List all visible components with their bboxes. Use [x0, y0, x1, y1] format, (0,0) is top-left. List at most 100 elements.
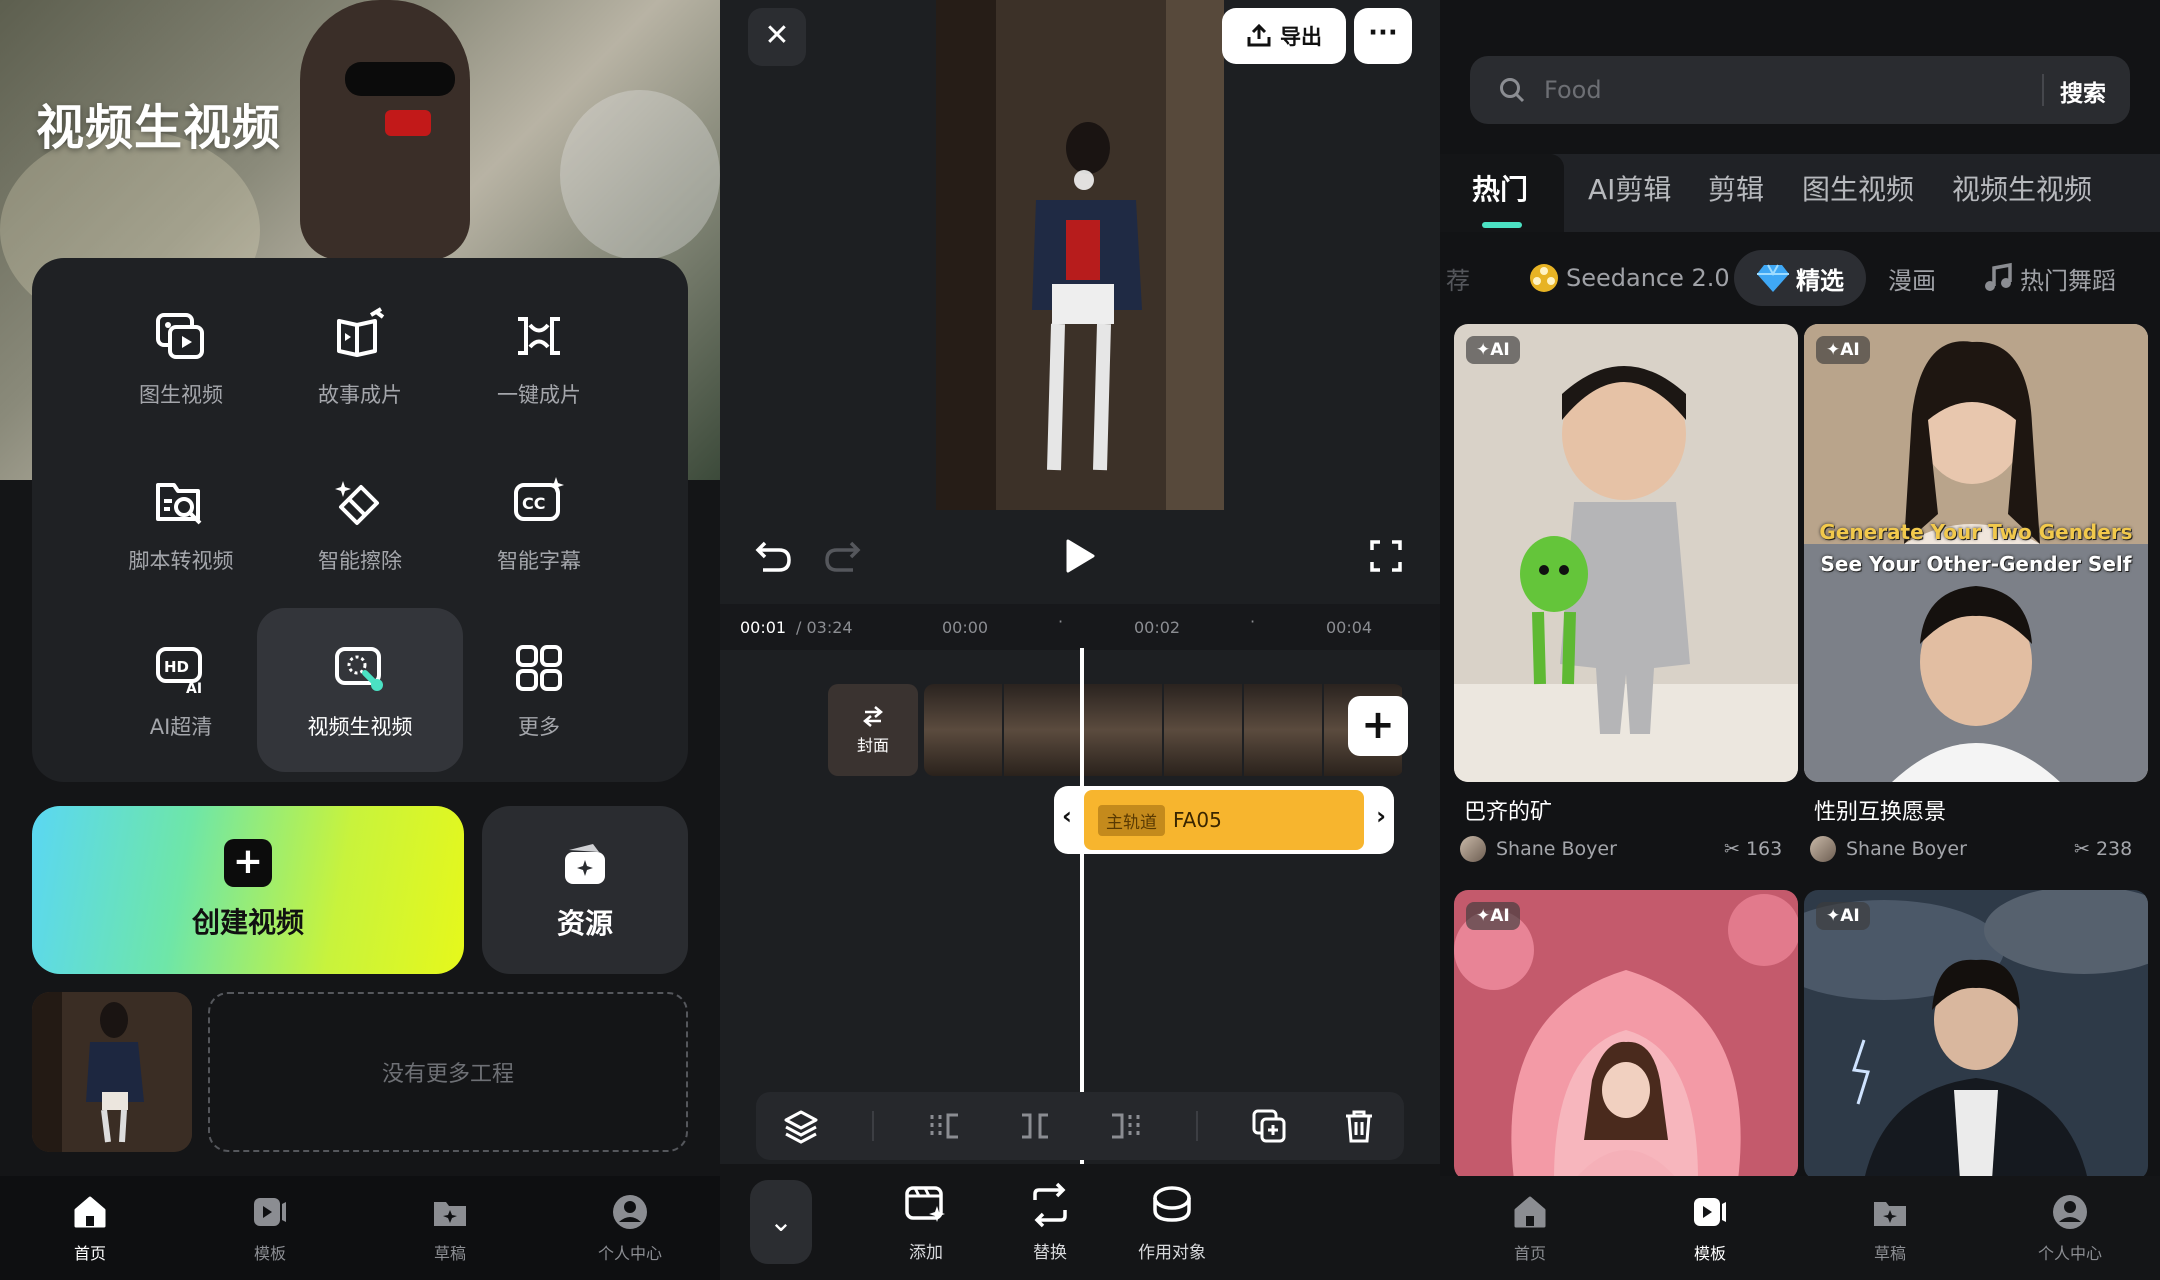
total-time: / 03:24: [796, 618, 853, 637]
ellipsis-icon: ···: [1368, 18, 1398, 48]
nav-template[interactable]: 模板: [1620, 1176, 1800, 1280]
more-options-button[interactable]: ···: [1354, 8, 1412, 64]
nav-template[interactable]: 模板: [180, 1176, 360, 1280]
replace-icon: [1033, 1182, 1067, 1228]
template-title: 巴齐的矿: [1464, 800, 1553, 825]
tool-video-to-video[interactable]: 视频生视频: [257, 608, 463, 772]
play-icon: [1066, 539, 1095, 573]
template-thumbnail: [1454, 324, 1798, 782]
template-card[interactable]: ✦AI: [1454, 890, 1798, 1180]
draft-icon: [434, 1202, 466, 1226]
tool-smart-subtitle[interactable]: CC 智能字幕: [436, 442, 642, 606]
template-thumbnail: [1454, 890, 1798, 1180]
clip-frames[interactable]: [924, 684, 1404, 776]
chevron-right-icon[interactable]: ›: [1376, 802, 1386, 830]
profile-icon: [613, 1195, 647, 1229]
chevron-left-icon[interactable]: ‹: [1062, 802, 1072, 830]
resource-button[interactable]: 资源: [482, 806, 688, 974]
swap-icon: [863, 706, 883, 727]
image-to-video-icon: [156, 313, 204, 359]
layers-icon[interactable]: [782, 1107, 820, 1145]
close-button[interactable]: ✕: [748, 8, 806, 66]
home-icon: [1514, 1196, 1546, 1228]
main-track-badge: 主轨道: [1098, 804, 1165, 836]
resource-icon: [565, 844, 605, 884]
redo-button[interactable]: [812, 536, 872, 576]
nav-draft[interactable]: 草稿: [1800, 1176, 1980, 1280]
chip-comic[interactable]: 漫画: [1888, 250, 1936, 306]
nav-draft[interactable]: 草稿: [360, 1176, 540, 1280]
category-tabs: 热门 AI剪辑 剪辑 图生视频 视频生视频: [1440, 154, 2160, 232]
chip-seedance[interactable]: Seedance 2.0: [1528, 250, 1730, 306]
search-bar[interactable]: Food 搜索: [1470, 56, 2130, 124]
tab-edit[interactable]: 剪辑: [1708, 168, 1764, 208]
tab-image-to-video[interactable]: 图生视频: [1802, 168, 1914, 208]
home-icon: [74, 1196, 106, 1228]
add-tool-button[interactable]: 添加: [876, 1182, 976, 1263]
tab-video-to-video[interactable]: 视频生视频: [1952, 168, 2092, 208]
project-thumbnail[interactable]: [32, 992, 192, 1152]
audio-track-clip[interactable]: ‹ 主轨道 FA05 ›: [1054, 786, 1394, 854]
cover-button[interactable]: 封面: [828, 684, 918, 776]
template-author[interactable]: Shane Boyer: [1460, 836, 1617, 862]
template-card[interactable]: ✦AI: [1804, 890, 2148, 1180]
replace-tool-button[interactable]: 替换: [1000, 1182, 1100, 1263]
tab-hot[interactable]: 热门: [1472, 168, 1528, 208]
clip-frame: [1244, 684, 1324, 776]
svg-text:CC: CC: [522, 494, 545, 513]
story-icon: [337, 307, 385, 357]
search-input[interactable]: Food: [1544, 76, 1602, 104]
avatar: [1810, 836, 1836, 862]
duplicate-icon[interactable]: [1250, 1107, 1288, 1145]
play-button[interactable]: [1050, 536, 1110, 576]
tool-more[interactable]: 更多: [436, 608, 642, 772]
nav-home[interactable]: 首页: [0, 1176, 180, 1280]
chip-recommend[interactable]: 荐: [1446, 250, 1470, 306]
collapse-button[interactable]: ⌄: [750, 1180, 812, 1264]
nav-profile[interactable]: 个人中心: [1980, 1176, 2160, 1280]
video-preview[interactable]: [936, 0, 1224, 510]
ai-badge: ✦AI: [1466, 902, 1520, 930]
create-video-button[interactable]: + 创建视频: [32, 806, 464, 974]
tool-smart-erase[interactable]: 智能擦除: [257, 442, 463, 606]
clip-frame: [924, 684, 1004, 776]
chip-hot-dance[interactable]: 热门舞蹈: [1982, 250, 2116, 306]
fullscreen-button[interactable]: [1356, 536, 1416, 576]
subtitle-icon: CC: [514, 477, 564, 521]
target-tool-button[interactable]: 作用对象: [1122, 1182, 1222, 1263]
tool-script-to-video[interactable]: 脚本转视频: [78, 442, 284, 606]
tool-ai-hd[interactable]: HD AI AI超清: [78, 608, 284, 772]
profile-icon: [2053, 1195, 2087, 1229]
tool-one-click[interactable]: 一键成片: [436, 276, 642, 440]
undo-button[interactable]: [744, 536, 804, 576]
tool-story[interactable]: 故事成片: [257, 276, 463, 440]
search-button[interactable]: 搜索: [2060, 74, 2106, 108]
tool-grid: 图生视频 故事成片 一键成片 脚本转视频 智能擦除 CC 智能字幕 HD AI A…: [32, 258, 688, 782]
seedance-icon: [1530, 264, 1558, 292]
template-author[interactable]: Shane Boyer: [1810, 836, 1967, 862]
split-left-icon[interactable]: [926, 1107, 964, 1145]
template-card[interactable]: ✦AI Generate Your Two Genders See Your O…: [1804, 324, 2148, 782]
template-card[interactable]: ✦AI: [1454, 324, 1798, 782]
delete-icon[interactable]: [1340, 1107, 1378, 1145]
nav-home[interactable]: 首页: [1440, 1176, 1620, 1280]
plus-icon: +: [1361, 702, 1395, 748]
split-icon[interactable]: [1016, 1107, 1054, 1145]
split-right-icon[interactable]: [1106, 1107, 1144, 1145]
undo-icon: [755, 541, 791, 572]
tab-ai-edit[interactable]: AI剪辑: [1588, 168, 1671, 208]
usage-icon: ✂: [1724, 838, 1746, 860]
avatar: [1460, 836, 1486, 862]
svg-text:HD: HD: [164, 658, 189, 676]
audio-name: FA05: [1173, 808, 1222, 832]
clip-frame: [1084, 684, 1164, 776]
export-button[interactable]: 导出: [1222, 8, 1346, 64]
playhead[interactable]: [1080, 648, 1084, 1164]
tool-image-to-video[interactable]: 图生视频: [78, 276, 284, 440]
add-clip-button[interactable]: +: [1348, 696, 1408, 756]
chip-featured[interactable]: 精选: [1734, 250, 1866, 306]
grid-icon: [516, 645, 562, 691]
usage-icon: ✂: [2074, 838, 2096, 860]
nav-profile[interactable]: 个人中心: [540, 1176, 720, 1280]
timeline-ruler: 00:01 / 03:24 00:00 · 00:02 · 00:04: [720, 604, 1440, 650]
